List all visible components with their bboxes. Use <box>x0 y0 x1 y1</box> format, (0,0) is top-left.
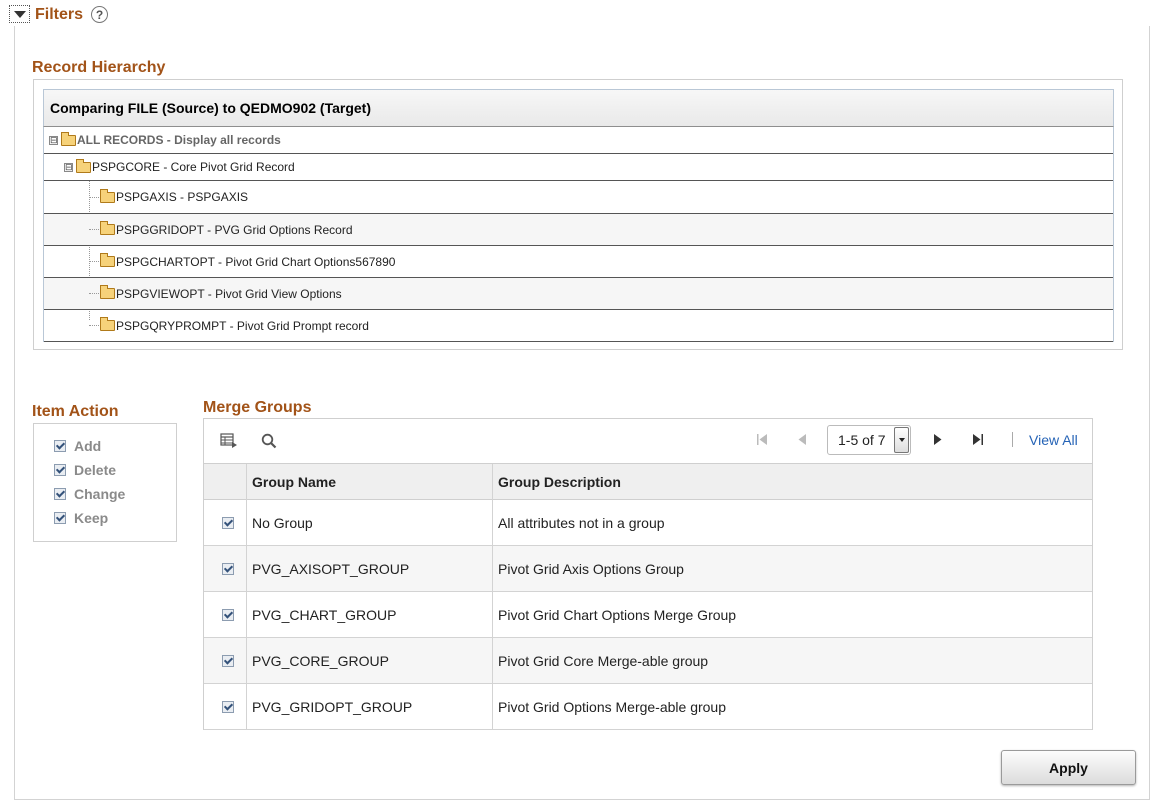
folder-open-icon <box>100 253 115 267</box>
row-select-cell <box>216 684 242 730</box>
group-name-cell: PVG_AXISOPT_GROUP <box>252 561 410 577</box>
table-row: PVG_CORE_GROUP Pivot Grid Core Merge-abl… <box>204 638 1092 684</box>
merge-groups-title: Merge Groups <box>203 399 312 416</box>
tree-node-label[interactable]: ALL RECORDS - Display all records <box>77 133 281 147</box>
help-icon[interactable]: ? <box>91 6 108 23</box>
collapse-icon[interactable]: ⊟ <box>49 135 58 145</box>
tree-node[interactable]: PSPGCHARTOPT - Pivot Grid Chart Options5… <box>44 246 1113 278</box>
item-action-change[interactable]: Change <box>54 486 125 502</box>
checkbox-checked-icon[interactable] <box>222 517 234 529</box>
group-description-cell: Pivot Grid Options Merge-able group <box>498 699 726 715</box>
folder-open-icon <box>100 221 115 235</box>
folder-open-icon <box>100 188 115 203</box>
tree-node-label[interactable]: PSPGVIEWOPT - Pivot Grid View Options <box>116 287 342 301</box>
record-hierarchy-title: Record Hierarchy <box>32 59 166 76</box>
tree-connector <box>89 229 99 230</box>
column-divider <box>246 464 247 729</box>
last-page-icon[interactable] <box>972 433 984 446</box>
tree-node[interactable]: PSPGGRIDOPT - PVG Grid Options Record <box>44 214 1113 246</box>
folder-open-icon <box>100 285 115 299</box>
filters-title: Filters <box>35 6 84 23</box>
view-all-link[interactable]: View All <box>1029 432 1078 448</box>
item-action-label: Add <box>74 438 102 454</box>
item-action-title: Item Action <box>32 403 119 420</box>
group-name-cell: PVG_GRIDOPT_GROUP <box>252 699 413 715</box>
item-action-keep[interactable]: Keep <box>54 510 108 526</box>
filters-collapse-toggle[interactable] <box>9 5 30 23</box>
item-action-label: Delete <box>74 462 117 478</box>
column-divider <box>492 464 493 729</box>
toolbar-divider <box>1012 432 1013 447</box>
group-name-cell: PVG_CORE_GROUP <box>252 653 389 669</box>
checkbox-checked-icon[interactable] <box>222 701 234 713</box>
folder-open-icon <box>61 131 76 146</box>
record-hierarchy-header: Comparing FILE (Source) to QEDMO902 (Tar… <box>43 89 1114 127</box>
group-name-cell: No Group <box>252 515 313 531</box>
group-description-cell: Pivot Grid Axis Options Group <box>498 561 684 577</box>
checkbox-checked-icon[interactable] <box>54 512 66 524</box>
checkbox-checked-icon[interactable] <box>222 655 234 667</box>
chevron-down-icon <box>898 438 905 442</box>
folder-open-icon <box>100 317 115 331</box>
tree-node-label[interactable]: PSPGGRIDOPT - PVG Grid Options Record <box>116 223 353 237</box>
next-page-icon[interactable] <box>933 433 943 446</box>
row-select-cell <box>216 592 242 638</box>
tree-connector <box>89 196 99 198</box>
tree-node-label[interactable]: PSPGCHARTOPT - Pivot Grid Chart Options5… <box>116 255 395 269</box>
checkbox-checked-icon[interactable] <box>222 609 234 621</box>
checkbox-checked-icon[interactable] <box>54 488 66 500</box>
tree-node-label[interactable]: PSPGAXIS - PSPGAXIS <box>116 190 248 204</box>
tree-node[interactable]: PSPGAXIS - PSPGAXIS <box>44 181 1113 214</box>
tree-node-label[interactable]: PSPGQRYPROMPT - Pivot Grid Prompt record <box>116 319 369 333</box>
triangle-down-icon <box>13 10 26 18</box>
personalize-grid-icon[interactable] <box>220 433 238 448</box>
page-range-select[interactable]: 1-5 of 7 <box>827 425 911 455</box>
row-select-cell <box>216 546 242 592</box>
tree-connector <box>89 293 99 294</box>
collapse-icon[interactable]: ⊟ <box>64 162 73 172</box>
tree-node[interactable]: ⊟ ALL RECORDS - Display all records <box>44 127 1113 154</box>
apply-button[interactable]: Apply <box>1001 750 1136 785</box>
row-select-cell <box>216 638 242 684</box>
table-row: No Group All attributes not in a group <box>204 500 1092 546</box>
checkbox-checked-icon[interactable] <box>54 464 66 476</box>
tree-connector <box>89 261 99 262</box>
first-page-icon[interactable] <box>756 433 768 446</box>
folder-open-icon <box>76 158 91 173</box>
group-description-cell: All attributes not in a group <box>498 515 665 531</box>
table-row: PVG_CHART_GROUP Pivot Grid Chart Options… <box>204 592 1092 638</box>
page-range-value: 1-5 of 7 <box>838 432 886 448</box>
previous-page-icon[interactable] <box>797 433 807 446</box>
row-select-cell <box>216 500 242 546</box>
group-description-cell: Pivot Grid Chart Options Merge Group <box>498 607 737 623</box>
item-action-add[interactable]: Add <box>54 438 101 454</box>
grid-toolbar <box>204 419 1092 464</box>
group-description-cell: Pivot Grid Core Merge-able group <box>498 653 709 669</box>
tree-node[interactable]: PSPGQRYPROMPT - Pivot Grid Prompt record <box>44 310 1113 342</box>
tree-node[interactable]: PSPGVIEWOPT - Pivot Grid View Options <box>44 278 1113 310</box>
item-action-label: Change <box>74 486 126 502</box>
search-icon[interactable] <box>261 433 277 449</box>
checkbox-checked-icon[interactable] <box>222 563 234 575</box>
item-action-delete[interactable]: Delete <box>54 462 116 478</box>
select-column-header <box>204 464 246 500</box>
group-name-cell: PVG_CHART_GROUP <box>252 607 397 623</box>
tree-node[interactable]: ⊟ PSPGCORE - Core Pivot Grid Record <box>44 154 1113 181</box>
tree-connector <box>89 325 99 326</box>
tree-node-label[interactable]: PSPGCORE - Core Pivot Grid Record <box>92 160 295 174</box>
column-header-group-name[interactable]: Group Name <box>246 464 492 500</box>
table-row: PVG_GRIDOPT_GROUP Pivot Grid Options Mer… <box>204 684 1092 730</box>
dropdown-button[interactable] <box>894 427 909 453</box>
item-action-label: Keep <box>74 510 109 526</box>
checkbox-checked-icon[interactable] <box>54 440 66 452</box>
table-row: PVG_AXISOPT_GROUP Pivot Grid Axis Option… <box>204 546 1092 592</box>
column-header-group-description[interactable]: Group Description <box>492 464 1092 500</box>
